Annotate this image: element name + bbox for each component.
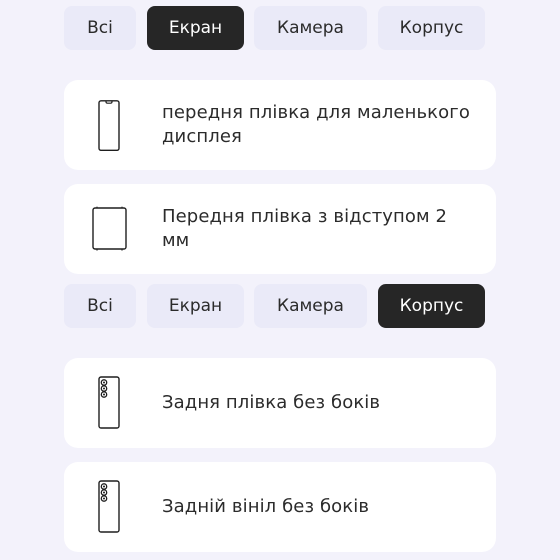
tab-all[interactable]: Всі: [64, 284, 136, 328]
option-label: Передня плівка з відступом 2 мм: [162, 206, 448, 251]
option-label: Задня плівка без боків: [162, 392, 381, 413]
tab-all[interactable]: Всі: [64, 6, 136, 50]
option-card-back-film[interactable]: Задня плівка без боків: [64, 358, 496, 448]
filter-tabs-body: Всі Екран Камера Корпус: [64, 284, 485, 328]
option-card-back-vinyl[interactable]: Задній вініл без боків: [64, 462, 496, 552]
option-card-front-film-small[interactable]: передня плівка для маленького дисплея: [64, 80, 496, 170]
option-label: передня плівка для маленького дисплея: [162, 102, 470, 147]
option-card-front-film-offset[interactable]: Передня плівка з відступом 2 мм: [64, 184, 496, 274]
tab-body[interactable]: Корпус: [378, 284, 485, 328]
tab-camera[interactable]: Камера: [254, 284, 367, 328]
option-label: Задній вініл без боків: [162, 496, 370, 517]
phone-back-camera-icon: [90, 376, 134, 430]
phone-back-camera-icon: [90, 480, 134, 534]
filter-tabs-screen: Всі Екран Камера Корпус: [64, 6, 485, 50]
tab-screen[interactable]: Екран: [147, 284, 244, 328]
phone-front-notch-icon: [90, 100, 134, 152]
phone-front-bordered-icon: [90, 206, 134, 252]
tab-body[interactable]: Корпус: [378, 6, 485, 50]
tab-camera[interactable]: Камера: [254, 6, 367, 50]
tab-screen[interactable]: Екран: [147, 6, 244, 50]
